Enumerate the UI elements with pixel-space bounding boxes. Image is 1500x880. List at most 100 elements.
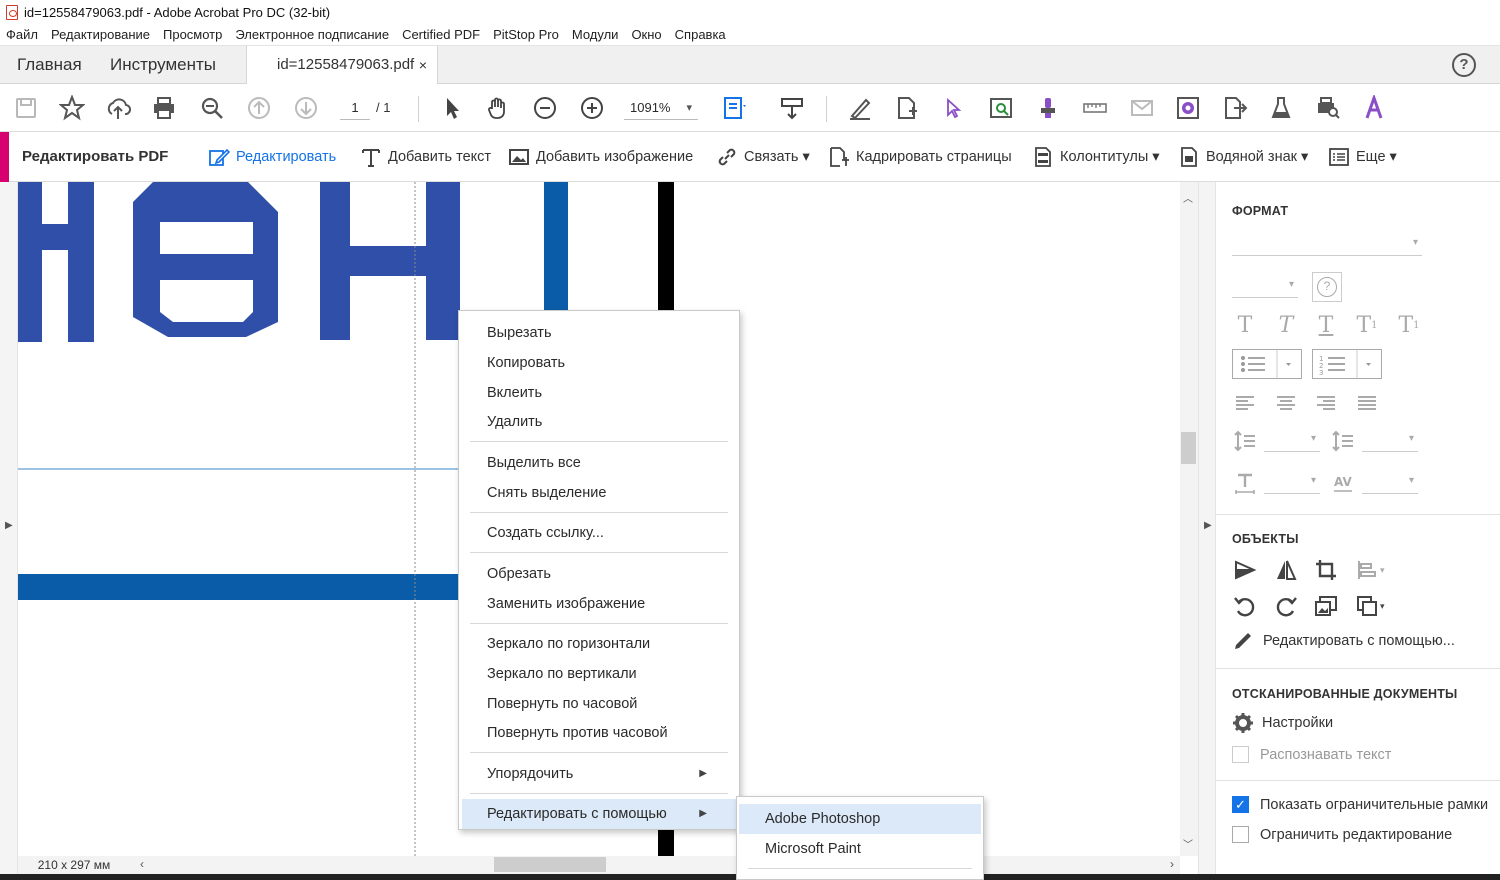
arrange-objects-icon[interactable] xyxy=(1354,593,1380,619)
character-spacing-icon[interactable]: AV xyxy=(1330,470,1356,496)
font-help-icon[interactable]: ? xyxy=(1312,272,1342,302)
preflight-flask-icon[interactable] xyxy=(1267,94,1295,122)
rotate-left-icon[interactable] xyxy=(1232,593,1258,619)
menu-esign[interactable]: Электронное подписание xyxy=(235,27,389,42)
text-italic-icon[interactable]: T xyxy=(1273,312,1299,338)
menu-item-copy[interactable]: Копировать xyxy=(459,348,739,378)
recognize-text-checkbox[interactable] xyxy=(1232,746,1249,763)
export-document-icon[interactable] xyxy=(1221,94,1249,122)
scroll-down-icon[interactable]: ﹀ xyxy=(1183,836,1193,851)
link-button[interactable]: Связать ▾ xyxy=(716,132,810,182)
menu-edit[interactable]: Редактирование xyxy=(51,27,150,42)
edit-button[interactable]: Редактировать xyxy=(208,132,336,182)
align-center-icon[interactable] xyxy=(1273,390,1299,416)
align-justify-icon[interactable] xyxy=(1354,390,1380,416)
font-size-select[interactable] xyxy=(1232,276,1298,298)
left-pane-toggle[interactable]: ▶ xyxy=(0,182,18,874)
flip-triangle-icon[interactable] xyxy=(1232,557,1258,583)
menu-item-rotate-clockwise[interactable]: Повернуть по часовой xyxy=(459,689,739,719)
scroll-right-icon[interactable]: › xyxy=(1170,857,1174,871)
print-preview-icon[interactable] xyxy=(1314,94,1342,122)
rotate-right-icon[interactable] xyxy=(1273,593,1299,619)
font-tool-icon[interactable] xyxy=(1360,94,1388,122)
add-text-button[interactable]: Добавить текст xyxy=(360,132,491,182)
align-right-icon[interactable] xyxy=(1313,390,1339,416)
align-dropdown-icon[interactable]: ▾ xyxy=(1380,565,1385,576)
menu-item-edit-with[interactable]: Редактировать с помощью ▶ xyxy=(462,799,736,829)
replace-image-icon[interactable] xyxy=(1313,593,1339,619)
menu-item-crop[interactable]: Обрезать xyxy=(459,559,739,589)
ocr-scan-icon[interactable] xyxy=(987,94,1015,122)
page-down-icon[interactable] xyxy=(292,94,320,122)
watermark-button[interactable]: Водяной знак ▾ xyxy=(1178,132,1308,182)
expand-left-icon[interactable]: ▶ xyxy=(5,520,13,531)
tab-document[interactable]: id=12558479063.pdf × xyxy=(246,46,438,85)
hand-tool-icon[interactable] xyxy=(484,94,512,122)
scroll-left-icon[interactable]: ‹ xyxy=(140,857,144,871)
add-image-button[interactable]: Добавить изображение xyxy=(508,132,693,182)
zoom-level-select[interactable]: 1091% xyxy=(624,96,698,120)
send-email-icon[interactable] xyxy=(1128,94,1156,122)
menu-item-create-link[interactable]: Создать ссылку... xyxy=(459,518,739,548)
text-subscript-icon[interactable]: T1 xyxy=(1396,312,1422,338)
save-icon[interactable] xyxy=(12,94,40,122)
line-spacing-select[interactable] xyxy=(1264,430,1320,452)
zoom-search-icon[interactable] xyxy=(198,94,226,122)
tab-home[interactable]: Главная xyxy=(17,46,82,84)
select-cursor-icon[interactable] xyxy=(438,94,466,122)
stamp-tool-icon[interactable] xyxy=(1034,94,1062,122)
collapse-right-icon[interactable]: ▶ xyxy=(1204,520,1212,531)
text-superscript-icon[interactable]: T1 xyxy=(1354,312,1380,338)
scroll-mode-icon[interactable] xyxy=(778,94,806,122)
paragraph-spacing-icon[interactable] xyxy=(1330,428,1356,454)
text-underline-icon[interactable]: T xyxy=(1313,312,1339,338)
submenu-item-photoshop[interactable]: Adobe Photoshop xyxy=(739,804,981,834)
align-objects-icon[interactable] xyxy=(1354,557,1380,583)
menu-item-select-all[interactable]: Выделить все xyxy=(459,448,739,478)
menu-item-rotate-counterclockwise[interactable]: Повернуть против часовой xyxy=(459,718,739,748)
crop-icon[interactable] xyxy=(1313,557,1339,583)
menu-item-flip-vertical[interactable]: Зеркало по вертикали xyxy=(459,659,739,689)
show-bounding-boxes-checkbox[interactable]: ✓ xyxy=(1232,796,1249,813)
numbered-list-icon[interactable]: 123 xyxy=(1312,349,1382,379)
add-page-icon[interactable] xyxy=(893,94,921,122)
crop-pages-button[interactable]: Кадрировать страницы xyxy=(828,132,1012,182)
page-up-icon[interactable] xyxy=(245,94,273,122)
text-scale-icon[interactable] xyxy=(1232,470,1258,496)
menu-certified-pdf[interactable]: Certified PDF xyxy=(402,27,480,42)
page-fit-icon[interactable] xyxy=(720,94,748,122)
tab-tools[interactable]: Инструменты xyxy=(110,46,216,84)
line-spacing-icon[interactable] xyxy=(1232,428,1258,454)
right-pane-toggle[interactable]: ▶ xyxy=(1198,182,1216,874)
flip-horizontal-icon[interactable] xyxy=(1273,557,1299,583)
show-bounding-boxes-option[interactable]: ✓ Показать ограничительные рамки xyxy=(1232,796,1488,813)
menu-item-delete[interactable]: Удалить xyxy=(459,407,739,437)
menu-plugins[interactable]: Модули xyxy=(572,27,619,42)
print-icon[interactable] xyxy=(150,94,178,122)
zoom-in-icon[interactable] xyxy=(578,94,606,122)
bookmark-star-icon[interactable] xyxy=(58,94,86,122)
vertical-scroll-thumb[interactable] xyxy=(1181,432,1196,464)
page-number-input[interactable]: 1 xyxy=(340,96,370,120)
submenu-item-paint[interactable]: Microsoft Paint xyxy=(739,834,981,864)
zoom-out-icon[interactable] xyxy=(531,94,559,122)
edit-with-button[interactable]: Редактировать с помощью... xyxy=(1232,630,1455,652)
font-family-select[interactable] xyxy=(1232,234,1422,256)
upload-cloud-icon[interactable] xyxy=(104,94,132,122)
more-button[interactable]: Еще ▾ xyxy=(1328,132,1397,182)
color-convert-icon[interactable] xyxy=(1174,94,1202,122)
menu-item-flip-horizontal[interactable]: Зеркало по горизонтали xyxy=(459,629,739,659)
highlight-pen-icon[interactable] xyxy=(846,94,874,122)
bullet-list-icon[interactable] xyxy=(1232,349,1302,379)
scan-settings-button[interactable]: Настройки xyxy=(1232,712,1333,734)
menu-item-cut[interactable]: Вырезать xyxy=(459,318,739,348)
restrict-editing-checkbox[interactable] xyxy=(1232,826,1249,843)
scroll-up-icon[interactable]: ︿ xyxy=(1183,190,1193,205)
paragraph-spacing-select[interactable] xyxy=(1362,430,1418,452)
menu-file[interactable]: Файл xyxy=(6,27,38,42)
help-icon[interactable]: ? xyxy=(1452,53,1476,77)
close-tab-icon[interactable]: × xyxy=(419,46,427,84)
menu-item-paste[interactable]: Вклеить xyxy=(459,378,739,408)
menu-item-arrange[interactable]: Упорядочить ▶ xyxy=(459,759,739,789)
menu-window[interactable]: Окно xyxy=(631,27,661,42)
